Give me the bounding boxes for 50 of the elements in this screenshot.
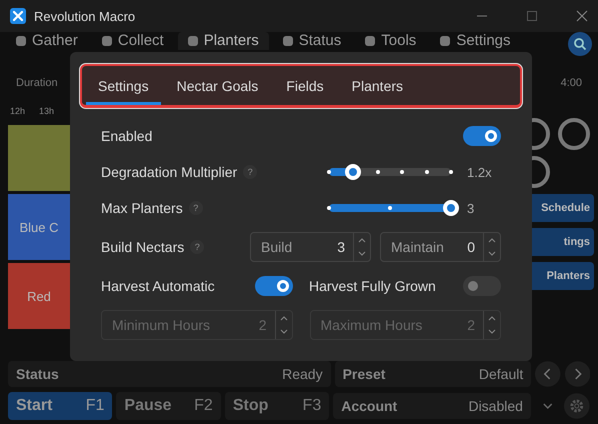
control-button[interactable]: Pause F2	[116, 392, 221, 420]
number-field[interactable]: Maintain 0	[380, 232, 501, 262]
slider-thumb[interactable]	[345, 164, 362, 180]
toggle-switch[interactable]	[463, 126, 501, 146]
dialog-tab[interactable]: Nectar Goals	[164, 70, 270, 105]
app-logo-icon	[10, 8, 26, 24]
nav-tab[interactable]: Collect	[92, 32, 174, 50]
dialog-tab[interactable]: Fields	[274, 70, 336, 105]
control-button[interactable]: Start F1	[8, 392, 112, 420]
help-badge[interactable]: ?	[188, 201, 203, 215]
nav-tab[interactable]: Settings	[430, 32, 521, 50]
setting-label: Build Nectars	[101, 239, 184, 255]
time-text: 4:00	[560, 77, 582, 89]
help-badge[interactable]: ?	[190, 240, 204, 254]
nav-tab[interactable]: Planters	[178, 32, 269, 50]
setting-label: Enabled	[101, 128, 152, 144]
setting-label: Degradation Multiplier	[101, 164, 238, 180]
toggle-switch[interactable]	[255, 276, 293, 296]
setting-label: Harvest Automatic	[101, 278, 215, 294]
planter-block[interactable]: Blue C	[8, 194, 70, 260]
nav-tab[interactable]: Status	[272, 32, 352, 50]
setting-label: Max Planters	[101, 200, 183, 216]
nav-tab[interactable]: Gather	[6, 32, 88, 50]
number-field[interactable]: Build 3	[250, 232, 371, 262]
slider-value: 1.2x	[467, 164, 493, 180]
window-title: Revolution Macro	[34, 8, 136, 24]
account-selector[interactable]: Account Disabled	[333, 393, 531, 419]
help-badge[interactable]: ?	[243, 165, 258, 179]
toggle-switch[interactable]	[463, 276, 501, 296]
ring-icon	[558, 118, 590, 150]
duration-label: Duration	[16, 77, 58, 89]
slider[interactable]	[329, 200, 459, 216]
dialog-tab[interactable]: Settings	[86, 70, 161, 105]
slider-value: 3	[467, 200, 476, 216]
next-icon[interactable]	[564, 361, 590, 387]
maximize-icon[interactable]	[526, 10, 538, 22]
dialog-tab[interactable]: Planters	[340, 70, 416, 105]
preset-selector[interactable]: Preset Default	[334, 361, 532, 387]
setting-label: Harvest Fully Grown	[309, 278, 436, 294]
close-icon[interactable]	[576, 10, 588, 22]
hour-label: 12h	[10, 106, 26, 116]
search-icon[interactable]	[568, 32, 592, 56]
planter-block[interactable]: Red	[8, 263, 70, 329]
slider-thumb[interactable]	[443, 200, 459, 216]
control-button[interactable]: Stop F3	[224, 392, 330, 420]
previous-icon[interactable]	[535, 361, 561, 387]
gear-icon[interactable]	[564, 393, 590, 419]
status-panel: Status Ready	[8, 361, 331, 387]
nav-tab[interactable]: Tools	[355, 32, 426, 50]
hour-label: 13h	[39, 106, 54, 116]
